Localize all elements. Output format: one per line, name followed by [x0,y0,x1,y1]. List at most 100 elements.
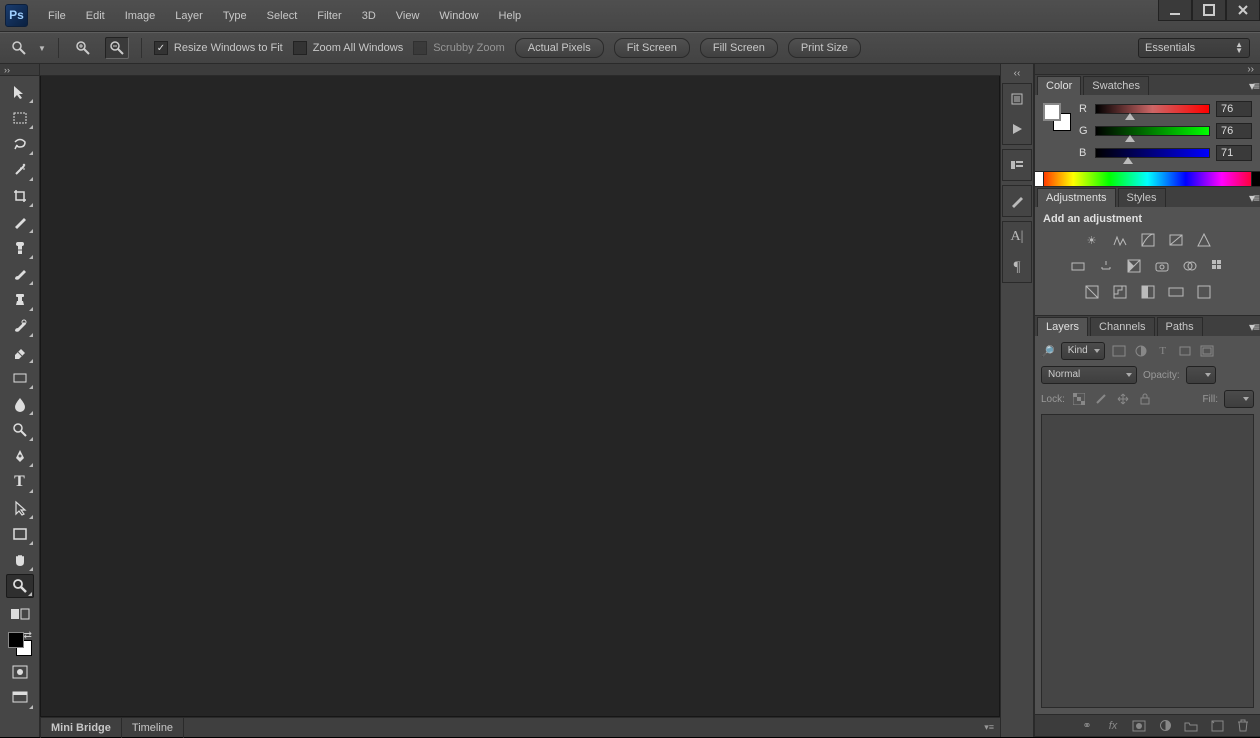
layer-mask-icon[interactable] [1132,719,1146,733]
option-scrubby-zoom[interactable]: Scrubby Zoom [413,41,505,55]
tab-swatches[interactable]: Swatches [1083,76,1149,95]
hand-tool[interactable] [6,548,34,572]
rectangle-shape-tool[interactable] [6,522,34,546]
crop-tool[interactable] [6,184,34,208]
tab-channels[interactable]: Channels [1090,317,1154,336]
panel-dock-collapse[interactable]: ›› [1035,64,1260,75]
tab-styles[interactable]: Styles [1118,188,1166,207]
color-g-slider[interactable] [1095,126,1210,136]
window-maximize[interactable] [1192,0,1226,21]
adj-color-balance-icon[interactable] [1097,257,1115,275]
brush-tool[interactable] [6,262,34,286]
eyedropper-tool[interactable] [6,210,34,234]
menu-edit[interactable]: Edit [76,0,115,32]
brush-panel-icon[interactable] [1003,186,1031,216]
rect-marquee-tool[interactable] [6,106,34,130]
preset-dropdown-arrow[interactable]: ▼ [38,44,46,53]
adj-threshold-icon[interactable] [1139,283,1157,301]
layer-fx-icon[interactable]: fx [1106,719,1120,733]
color-fg-bg-swatches[interactable] [1043,103,1071,131]
filter-pixel-icon[interactable] [1111,343,1127,359]
color-g-value[interactable]: 76 [1216,123,1252,139]
path-select-tool[interactable] [6,496,34,520]
adj-posterize-icon[interactable] [1111,283,1129,301]
color-r-value[interactable]: 76 [1216,101,1252,117]
tab-mini-bridge[interactable]: Mini Bridge [40,718,122,738]
window-close[interactable] [1226,0,1260,21]
adj-channel-mixer-icon[interactable] [1181,257,1199,275]
button-fit-screen[interactable]: Fit Screen [614,38,690,58]
new-adjustment-layer-icon[interactable] [1158,719,1172,733]
color-r-slider[interactable] [1095,104,1210,114]
color-panel-flyout[interactable]: ▾≡ [1249,79,1258,93]
dodge-tool[interactable] [6,418,34,442]
tool-preset-zoom-icon[interactable] [10,39,28,57]
menu-type[interactable]: Type [213,0,257,32]
layers-panel-flyout[interactable]: ▾≡ [1249,320,1258,334]
quick-mask-toggle[interactable] [6,660,34,684]
adjustments-panel-flyout[interactable]: ▾≡ [1249,191,1258,205]
zoom-in-button[interactable] [71,37,95,59]
menu-select[interactable]: Select [257,0,308,32]
tab-paths[interactable]: Paths [1157,317,1203,336]
menu-view[interactable]: View [386,0,430,32]
character-panel-icon[interactable]: A| [1003,222,1031,252]
adj-levels-icon[interactable] [1111,231,1129,249]
zoom-tool[interactable] [6,574,34,598]
filter-shape-icon[interactable] [1177,343,1193,359]
new-layer-icon[interactable] [1210,719,1224,733]
menu-help[interactable]: Help [489,0,532,32]
screen-mode-button[interactable] [6,686,34,710]
workspace-switcher[interactable]: Essentials ▲▼ [1138,38,1250,58]
button-fill-screen[interactable]: Fill Screen [700,38,778,58]
paragraph-panel-icon[interactable]: ¶ [1003,252,1031,282]
menu-layer[interactable]: Layer [165,0,213,32]
magic-wand-tool[interactable] [6,158,34,182]
healing-brush-tool[interactable] [6,236,34,260]
tab-timeline[interactable]: Timeline [122,718,184,738]
adj-brightness-icon[interactable]: ☀ [1083,231,1101,249]
opacity-field[interactable] [1186,366,1216,384]
foreground-color-swatch[interactable] [1043,103,1061,121]
move-tool[interactable] [6,80,34,104]
history-brush-tool[interactable] [6,314,34,338]
dock-collapse-handle[interactable]: ‹‹ [1001,68,1033,79]
layers-list[interactable] [1041,414,1254,708]
menu-image[interactable]: Image [115,0,166,32]
history-panel-icon[interactable] [1003,84,1031,114]
color-b-value[interactable]: 71 [1216,145,1252,161]
adj-photo-filter-icon[interactable] [1153,257,1171,275]
type-tool[interactable]: T [6,470,34,494]
blend-mode-select[interactable]: Normal [1041,366,1137,384]
menu-file[interactable]: File [38,0,76,32]
button-print-size[interactable]: Print Size [788,38,861,58]
filter-smart-icon[interactable] [1199,343,1215,359]
filter-adjust-icon[interactable] [1133,343,1149,359]
actions-panel-icon[interactable] [1003,114,1031,144]
adj-bw-icon[interactable] [1125,257,1143,275]
lock-all-icon[interactable] [1137,391,1153,407]
menu-3d[interactable]: 3D [352,0,386,32]
lock-transparent-icon[interactable] [1071,391,1087,407]
properties-panel-icon[interactable] [1003,150,1031,180]
adj-color-lookup-icon[interactable] [1209,257,1227,275]
tab-layers[interactable]: Layers [1037,317,1088,336]
new-group-icon[interactable] [1184,719,1198,733]
color-b-slider[interactable] [1095,148,1210,158]
foreground-color[interactable] [8,632,24,648]
swap-colors-icon[interactable]: ⇄ [24,630,34,640]
delete-layer-icon[interactable] [1236,719,1250,733]
color-swatches-tool[interactable]: ⇄ [6,630,34,658]
bottom-panel-flyout[interactable]: ▾≡ [978,722,1000,733]
eraser-tool[interactable] [6,340,34,364]
option-zoom-all[interactable]: Zoom All Windows [293,41,403,55]
toolbox-collapse-handle[interactable]: ›› [0,64,40,76]
lasso-tool[interactable] [6,132,34,156]
adj-gradient-map-icon[interactable] [1167,283,1185,301]
clone-stamp-tool[interactable] [6,288,34,312]
window-minimize[interactable] [1158,0,1192,21]
adj-selective-color-icon[interactable] [1195,283,1213,301]
menu-filter[interactable]: Filter [307,0,351,32]
blur-tool[interactable] [6,392,34,416]
gradient-tool[interactable] [6,366,34,390]
